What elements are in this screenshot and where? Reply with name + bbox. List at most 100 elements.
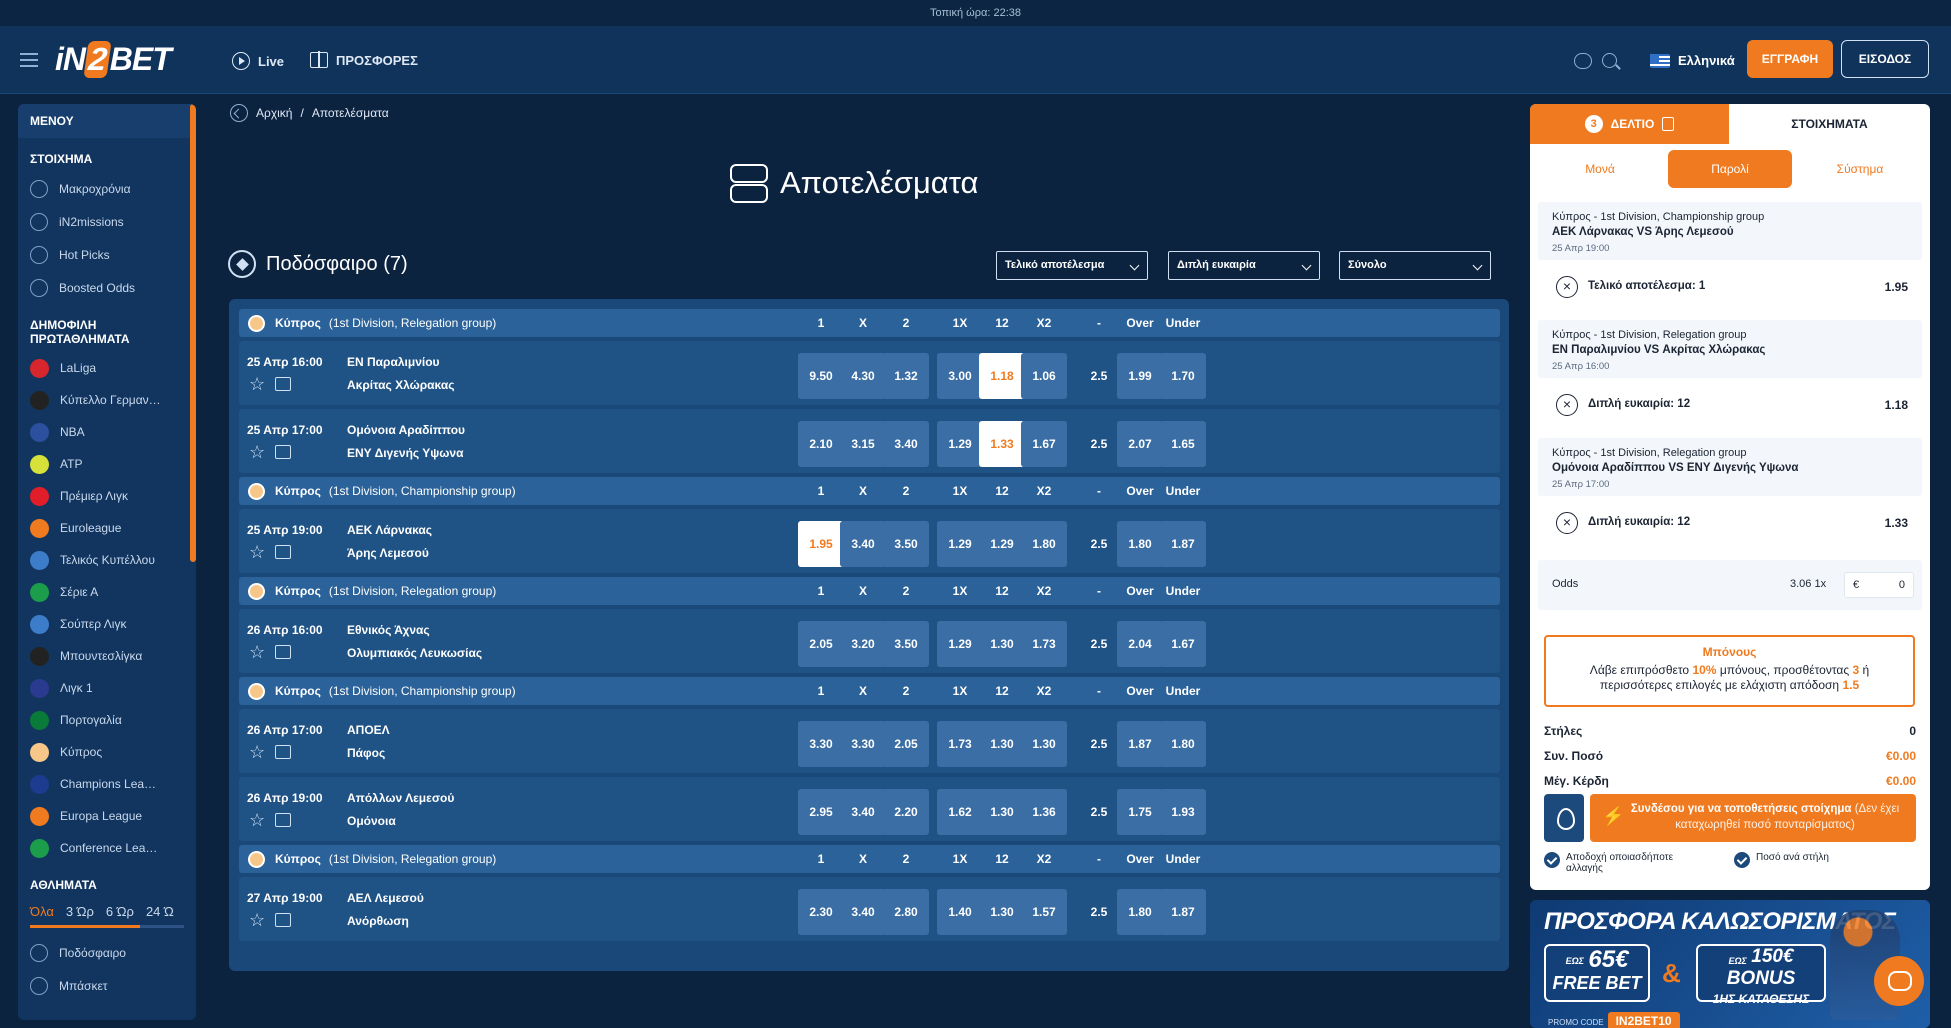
odds-button[interactable]: 3.30: [840, 721, 886, 767]
odds-button[interactable]: 9.50: [798, 353, 844, 399]
sidebar-item-league[interactable]: Europa League: [18, 800, 196, 832]
subtab-system[interactable]: Σύστημα: [1798, 150, 1922, 188]
stats-icon[interactable]: [275, 377, 291, 391]
flame-icon[interactable]: [1544, 794, 1584, 842]
time-filter-3h[interactable]: 3 Ώρ: [66, 904, 94, 919]
odds-button[interactable]: 1.93: [1160, 789, 1206, 835]
sidebar-item-hot-picks[interactable]: Hot Picks: [18, 238, 196, 271]
odds-button[interactable]: 1.73: [1021, 621, 1067, 667]
sidebar-item-league[interactable]: Μπουντεσλίγκα: [18, 640, 196, 672]
per-line-option[interactable]: Ποσό ανά στήλη: [1734, 852, 1894, 868]
breadcrumb-home[interactable]: Αρχική: [256, 106, 292, 120]
odds-button[interactable]: 3.40: [840, 521, 886, 567]
sidebar-item-league[interactable]: Τελικός Κυπέλλου: [18, 544, 196, 576]
odds-button[interactable]: 3.50: [883, 521, 929, 567]
sidebar-item-league[interactable]: ATP: [18, 448, 196, 480]
odds-button[interactable]: 2.04: [1117, 621, 1163, 667]
sidebar-item-missions[interactable]: iN2missions: [18, 205, 196, 238]
star-icon[interactable]: ☆: [249, 743, 267, 761]
odds-button[interactable]: 2.05: [883, 721, 929, 767]
sidebar-item-boosted-odds[interactable]: Boosted Odds: [18, 271, 196, 304]
odds-button[interactable]: 1.30: [979, 621, 1025, 667]
login-button[interactable]: ΕΙΣΟΔΟΣ: [1841, 40, 1929, 78]
sidebar-item-football[interactable]: Ποδόσφαιρο: [18, 936, 196, 969]
tab-betslip[interactable]: 3 ΔΕΛΤΙΟ: [1530, 104, 1729, 144]
odds-button[interactable]: 1.80: [1117, 521, 1163, 567]
nav-offers[interactable]: ΠΡΟΣΦΟΡΕΣ: [310, 51, 418, 68]
stats-icon[interactable]: [275, 645, 291, 659]
sidebar-item-league[interactable]: Πρέμιερ Λιγκ: [18, 480, 196, 512]
trash-icon[interactable]: [1662, 117, 1675, 131]
time-filter-24h[interactable]: 24 Ώ: [146, 904, 174, 919]
sidebar-item-league[interactable]: Champions Lea…: [18, 768, 196, 800]
odds-button[interactable]: 1.67: [1021, 421, 1067, 467]
sidebar-scrollbar[interactable]: [190, 104, 196, 562]
sidebar-item-league[interactable]: NBA: [18, 416, 196, 448]
odds-button[interactable]: 3.15: [840, 421, 886, 467]
total-select[interactable]: Σύνολο: [1339, 251, 1491, 280]
odds-button[interactable]: 1.70: [1160, 353, 1206, 399]
sidebar-item-league[interactable]: Κύπελλο Γερμαν…: [18, 384, 196, 416]
odds-button[interactable]: 1.80: [1021, 521, 1067, 567]
sidebar-item-league[interactable]: Λιγκ 1: [18, 672, 196, 704]
logo[interactable]: iN2BET: [55, 41, 172, 78]
remove-bet-icon[interactable]: ×: [1556, 276, 1578, 298]
sidebar-item-basketball[interactable]: Μπάσκετ: [18, 969, 196, 1002]
odds-button[interactable]: 3.40: [840, 789, 886, 835]
sidebar-item-league[interactable]: Conference Lea…: [18, 832, 196, 864]
time-filter-6h[interactable]: 6 Ώρ: [106, 904, 134, 919]
sidebar-item-league[interactable]: Σέριε Α: [18, 576, 196, 608]
register-button[interactable]: ΕΓΓΡΑΦΗ: [1747, 40, 1833, 78]
odds-button[interactable]: 1.87: [1160, 521, 1206, 567]
hamburger-icon[interactable]: [20, 53, 38, 67]
login-to-bet-button[interactable]: ⚡ Συνδέσου για να τοποθετήσεις στοίχημα …: [1590, 794, 1916, 842]
sidebar-item-league[interactable]: Σούπερ Λιγκ: [18, 608, 196, 640]
odds-button[interactable]: 1.73: [937, 721, 983, 767]
remove-bet-icon[interactable]: ×: [1556, 394, 1578, 416]
odds-button[interactable]: 1.33: [979, 421, 1025, 467]
sidebar-item-league[interactable]: Euroleague: [18, 512, 196, 544]
odds-button[interactable]: 3.00: [937, 353, 983, 399]
stats-icon[interactable]: [275, 445, 291, 459]
result-type-select[interactable]: Τελικό αποτέλεσμα: [996, 251, 1148, 280]
subtab-parlay[interactable]: Παρολί: [1668, 150, 1792, 188]
odds-button[interactable]: 1.36: [1021, 789, 1067, 835]
odds-button[interactable]: 1.30: [979, 789, 1025, 835]
nav-live[interactable]: Live: [232, 52, 284, 70]
star-icon[interactable]: ☆: [249, 643, 267, 661]
odds-button[interactable]: 1.29: [937, 421, 983, 467]
odds-button[interactable]: 1.87: [1117, 721, 1163, 767]
odds-button[interactable]: 1.30: [1021, 721, 1067, 767]
odds-button[interactable]: 1.32: [883, 353, 929, 399]
odds-button[interactable]: 1.87: [1160, 889, 1206, 935]
chat-icon[interactable]: [1574, 53, 1592, 69]
star-icon[interactable]: ☆: [249, 811, 267, 829]
stats-icon[interactable]: [275, 545, 291, 559]
odds-button[interactable]: 3.20: [840, 621, 886, 667]
welcome-offer-banner[interactable]: ΠΡΟΣΦΟΡΑ ΚΑΛΩΣΟΡΙΣΜΑΤΟΣ ΕΩΣ 65€ FREE BET…: [1530, 900, 1930, 1028]
odds-button[interactable]: 1.62: [937, 789, 983, 835]
back-arrow-icon[interactable]: [230, 104, 248, 122]
odds-button[interactable]: 1.40: [937, 889, 983, 935]
language-selector[interactable]: Ελληνικά: [1650, 53, 1735, 68]
search-icon[interactable]: [1602, 53, 1617, 68]
odds-button[interactable]: 2.10: [798, 421, 844, 467]
odds-button[interactable]: 2.07: [1117, 421, 1163, 467]
tab-my-bets[interactable]: ΣΤΟΙΧΗΜΑΤΑ: [1729, 104, 1930, 144]
odds-button[interactable]: 1.65: [1160, 421, 1206, 467]
odds-button[interactable]: 1.30: [979, 721, 1025, 767]
star-icon[interactable]: ☆: [249, 375, 267, 393]
accept-changes-option[interactable]: Αποδοχή οποιασδήποτε αλλαγής: [1544, 852, 1694, 874]
odds-button[interactable]: 1.57: [1021, 889, 1067, 935]
star-icon[interactable]: ☆: [249, 443, 267, 461]
market-select[interactable]: Διπλή ευκαιρία: [1168, 251, 1320, 280]
odds-button[interactable]: 1.95: [798, 521, 844, 567]
odds-button[interactable]: 3.40: [883, 421, 929, 467]
star-icon[interactable]: ☆: [249, 911, 267, 929]
odds-button[interactable]: 1.30: [979, 889, 1025, 935]
odds-button[interactable]: 3.40: [840, 889, 886, 935]
sidebar-item-longterm[interactable]: Μακροχρόνια: [18, 172, 196, 205]
odds-button[interactable]: 1.80: [1117, 889, 1163, 935]
stats-icon[interactable]: [275, 813, 291, 827]
odds-button[interactable]: 3.50: [883, 621, 929, 667]
